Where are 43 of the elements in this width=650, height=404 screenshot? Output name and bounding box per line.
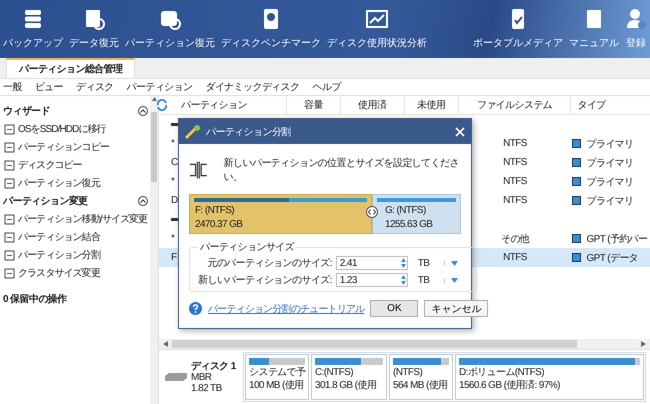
section-title: ウィザード [3, 104, 50, 118]
disk-name: ディスク 1 [191, 360, 236, 372]
partition-size: 100 MB (使用 [249, 380, 305, 391]
table-cell: プライマリ [586, 176, 634, 188]
table-cell: GPT (予約パー [586, 234, 648, 244]
partition-name: F: (NTFS) [194, 205, 236, 216]
table-cell: NTFS [503, 138, 527, 149]
table-cell: プライマリ [586, 158, 634, 168]
unit-label: TB [416, 274, 430, 286]
partition-size: 564 MB (使用 [393, 380, 449, 391]
table-cell: * [171, 138, 174, 149]
table-cell: その他 [500, 234, 530, 244]
partition-name: システムで予 [249, 367, 305, 378]
partition-name: D:ボリューム(NTFS) [459, 367, 545, 378]
unit-label: TB [416, 258, 430, 268]
partition-size: 1560.6 GB (使用済: 97%) [459, 380, 561, 391]
section-title: パーティション変更 [3, 194, 88, 208]
partition-size: 301.8 GB (使用 [315, 380, 378, 391]
table-cell: プライマリ [586, 138, 634, 150]
field-label: 元のパーティションのサイズ: [207, 257, 332, 270]
pending-operations: 0 保留中の操作 [3, 292, 68, 306]
partition-name: C:(NTFS) [315, 367, 354, 378]
partition-name: (NTFS) [393, 367, 424, 378]
table-cell: NTFS [503, 252, 527, 263]
dialog-title: パーティション分割 [206, 126, 292, 138]
table-cell: * [171, 233, 174, 244]
table-cell: NTFS [503, 157, 527, 168]
disk-scheme: MBR [191, 372, 212, 382]
table-cell: NTFS [503, 176, 527, 187]
table-cell: GPT (データ [586, 252, 638, 264]
partition-size: 1255.63 GB [384, 219, 434, 230]
table-cell: D [171, 195, 178, 206]
table-cell: C [171, 157, 178, 168]
field-label: 新しいパーティションのサイズ: [198, 274, 332, 287]
table-cell: NTFS [503, 195, 527, 206]
partition-size: 2470.37 GB [194, 219, 244, 230]
group-title: パーティションサイズ [199, 241, 296, 254]
dialog-message: 新しいパーティションの位置とサイズを設定してください。 [224, 156, 460, 184]
table-cell: F [171, 252, 177, 263]
table-cell: プライマリ [586, 196, 634, 206]
table-cell: * [171, 176, 174, 187]
partition-name: G: (NTFS) [384, 205, 427, 216]
disk-size: 1.82 TB [191, 382, 223, 394]
